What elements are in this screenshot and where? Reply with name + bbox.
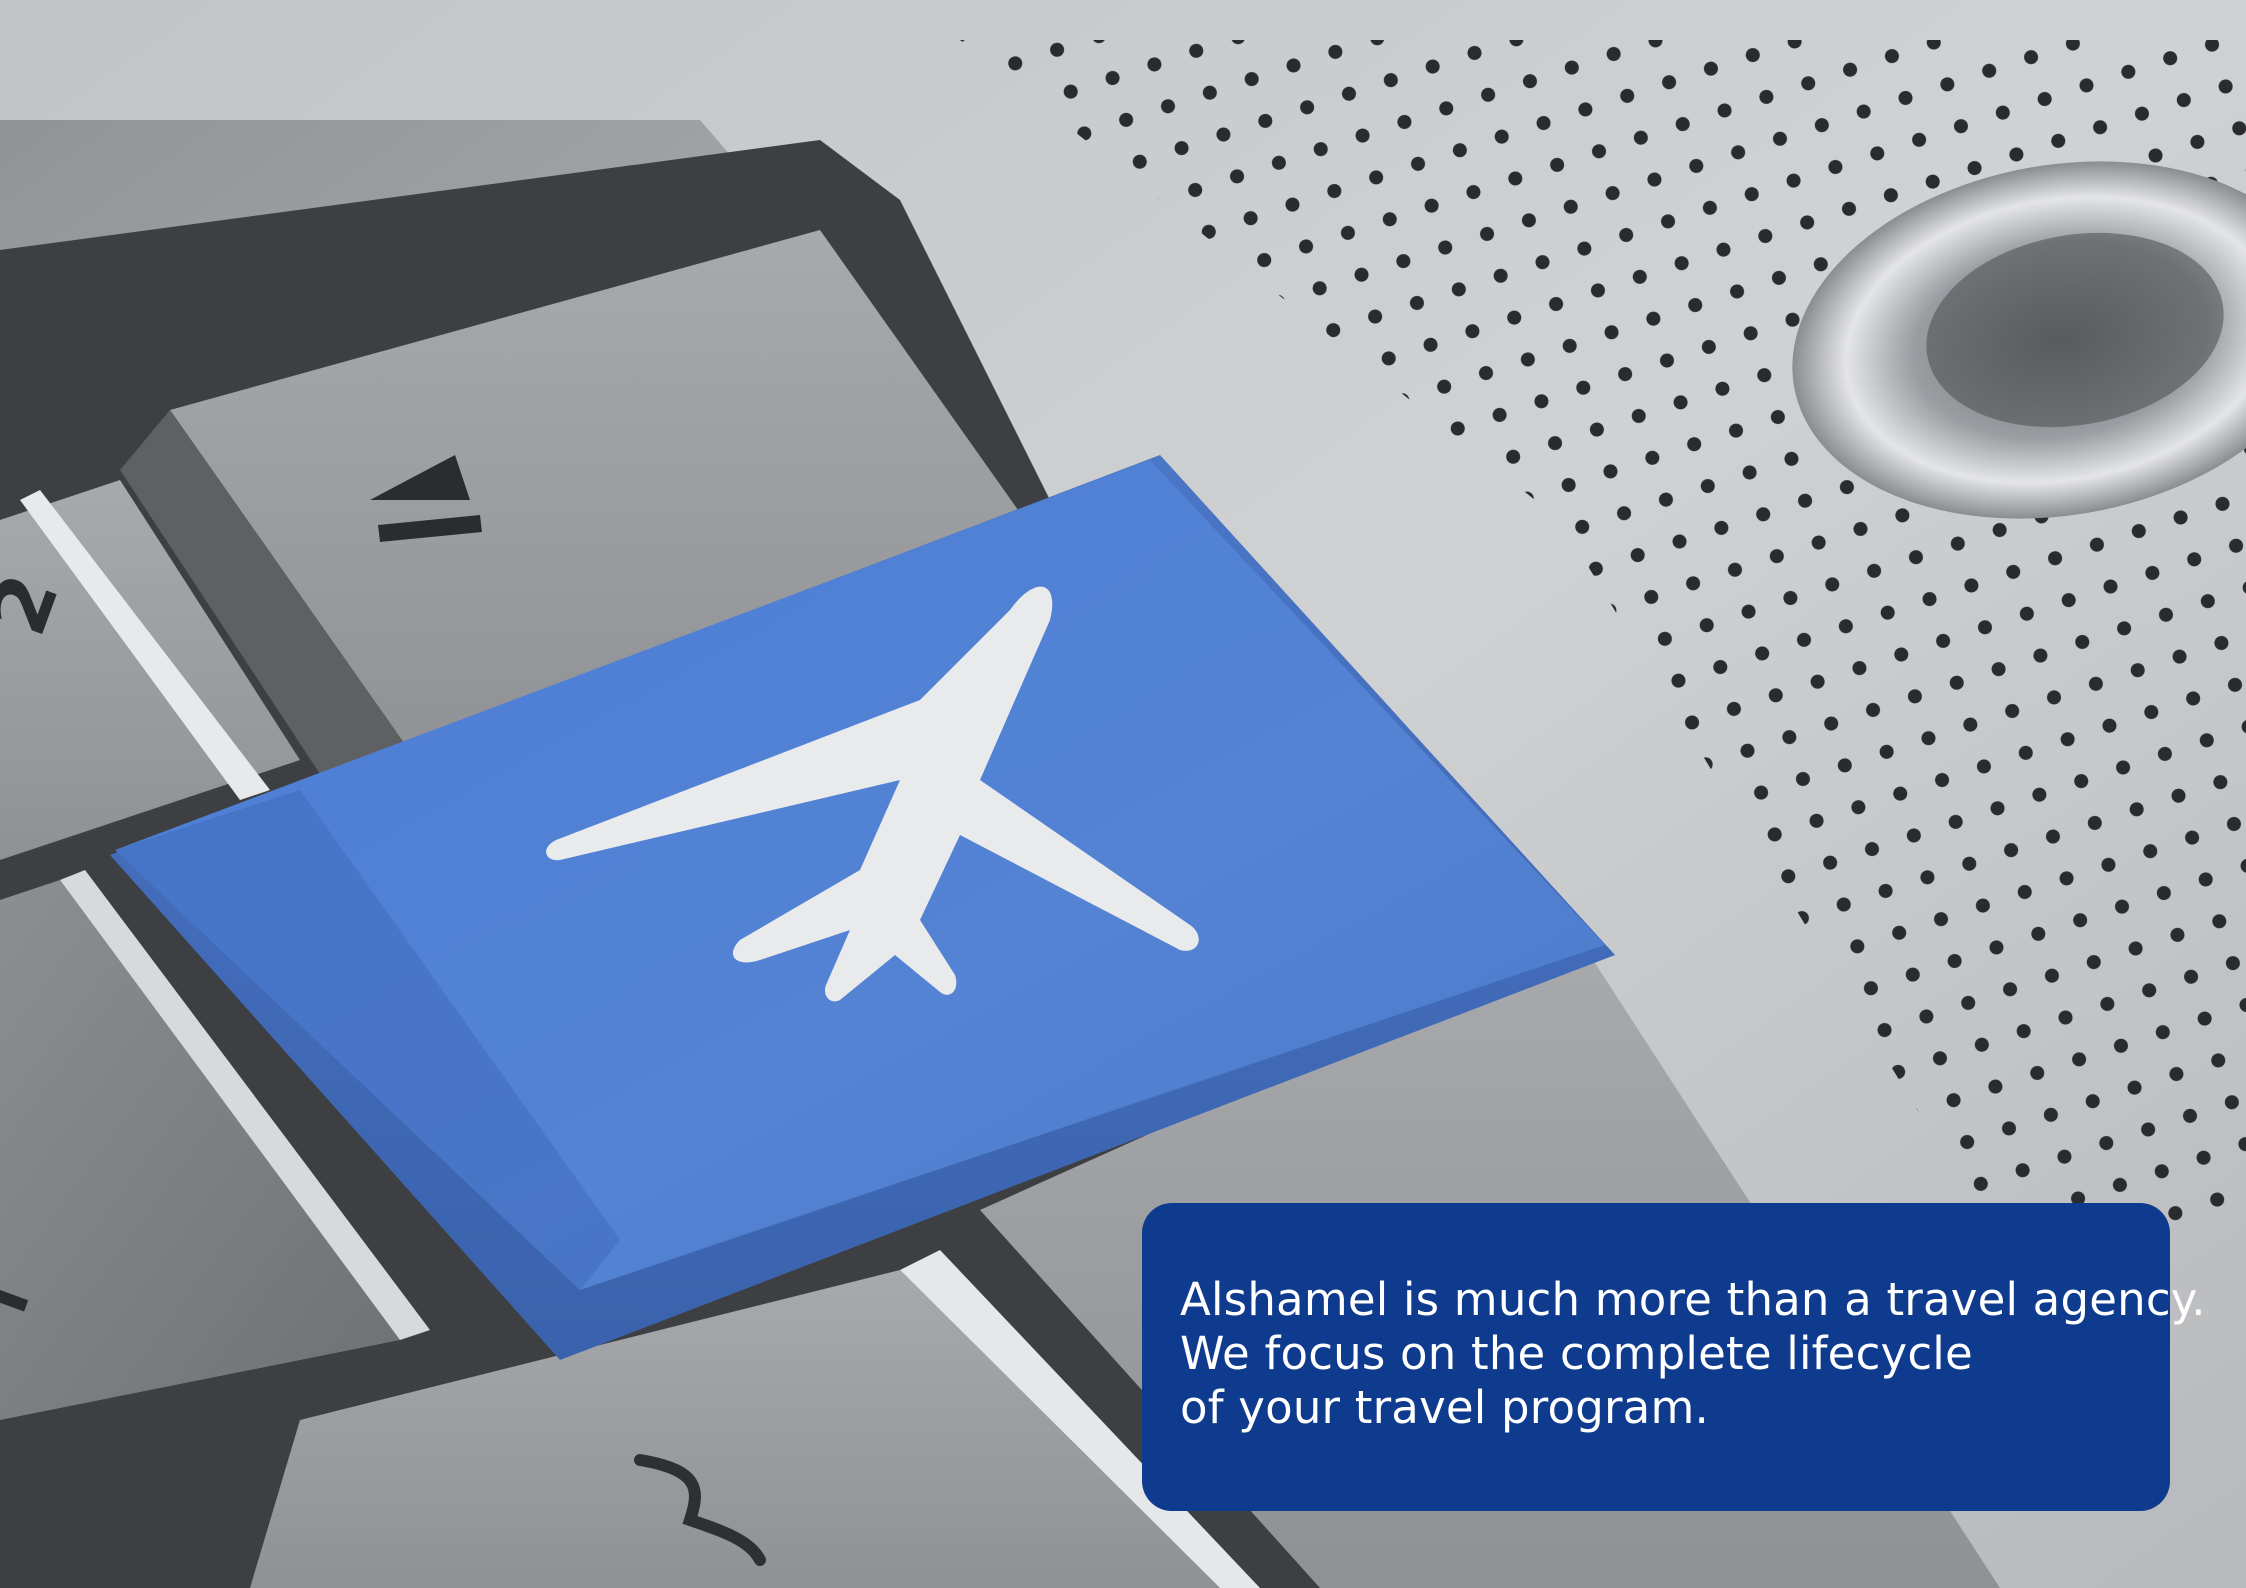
photo-scene: 2 Alshamel is much more than a travel ag…	[0, 0, 2246, 1588]
caption-panel: Alshamel is much more than a travel agen…	[1142, 1203, 2206, 1511]
caption-line-3: of your travel program.	[1180, 1381, 1709, 1434]
caption-line-1: Alshamel is much more than a travel agen…	[1180, 1273, 2206, 1326]
caption-line-2: We focus on the complete lifecycle	[1180, 1327, 1973, 1380]
